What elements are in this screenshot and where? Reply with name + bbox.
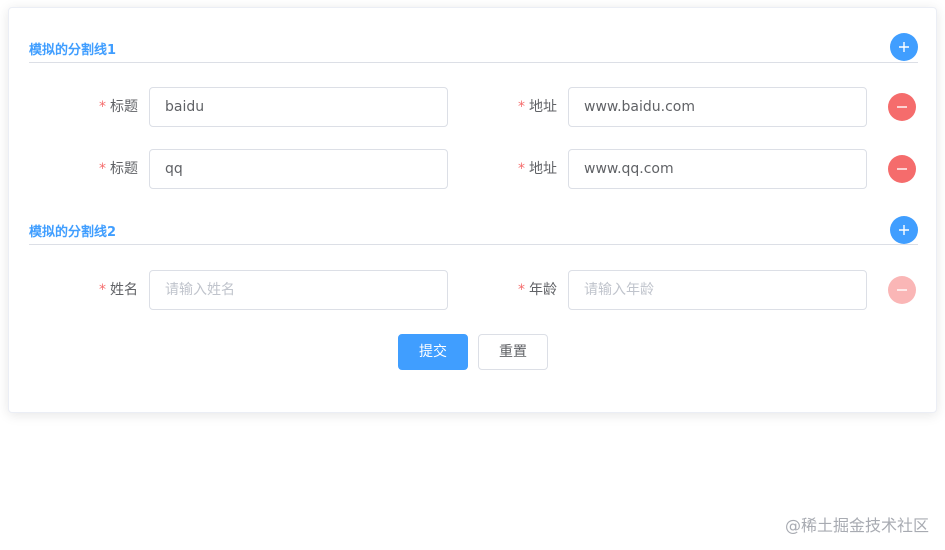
name-label: * 姓名 <box>99 270 138 310</box>
watermark: @稀土掘金技术社区 <box>784 516 929 535</box>
title-input[interactable] <box>149 87 448 127</box>
form-row-2: *标题 *地址 <box>9 149 938 189</box>
address-input[interactable] <box>568 149 867 189</box>
label-text: 地址 <box>529 161 557 177</box>
age-input[interactable] <box>568 270 867 310</box>
label-text: 标题 <box>110 99 138 115</box>
divider-line <box>29 244 918 245</box>
required-mark: * <box>99 161 106 177</box>
section-divider-2: 模拟的分割线2 <box>29 218 918 248</box>
section-divider-1: 模拟的分割线1 <box>29 36 918 66</box>
label-text: 标题 <box>110 161 138 177</box>
label-text: 年龄 <box>529 282 557 298</box>
required-mark: * <box>99 282 106 298</box>
divider-line <box>29 62 918 63</box>
name-input[interactable] <box>149 270 448 310</box>
label-text: 地址 <box>529 99 557 115</box>
required-mark: * <box>518 99 525 115</box>
section-title-2: 模拟的分割线2 <box>29 225 117 240</box>
reset-button[interactable]: 重置 <box>478 334 548 370</box>
plus-icon <box>899 225 909 235</box>
required-mark: * <box>518 282 525 298</box>
form-row-1: *标题 *地址 <box>9 87 938 127</box>
section-title-1: 模拟的分割线1 <box>29 43 117 58</box>
label-text: 姓名 <box>110 282 138 298</box>
address-label: * 地址 <box>518 149 557 189</box>
submit-button[interactable]: 提交 <box>398 334 468 370</box>
minus-icon <box>897 289 907 291</box>
dynamic-form-card: 模拟的分割线1 *标题 *地址 *标题 *地址 模拟的分割线2 <box>8 7 937 413</box>
required-mark: * <box>518 161 525 177</box>
address-label: * 地址 <box>518 87 557 127</box>
plus-icon <box>899 42 909 52</box>
required-mark: * <box>99 99 106 115</box>
minus-icon <box>897 106 907 108</box>
address-input[interactable] <box>568 87 867 127</box>
title-label: * 标题 <box>99 149 138 189</box>
age-label: * 年龄 <box>518 270 557 310</box>
remove-row-button-disabled[interactable] <box>888 276 916 304</box>
title-label: * 标题 <box>99 87 138 127</box>
add-row-button-section-2[interactable] <box>890 216 918 244</box>
form-row-3: *姓名 *年龄 <box>9 270 938 310</box>
add-row-button-section-1[interactable] <box>890 33 918 61</box>
remove-row-button[interactable] <box>888 155 916 183</box>
minus-icon <box>897 168 907 170</box>
remove-row-button[interactable] <box>888 93 916 121</box>
title-input[interactable] <box>149 149 448 189</box>
